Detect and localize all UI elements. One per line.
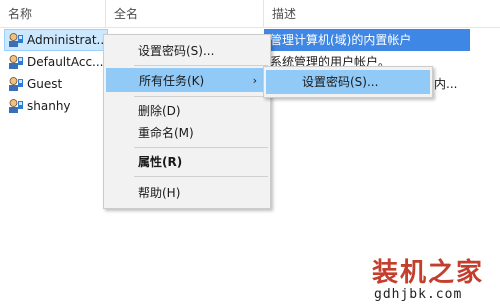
- user-name: DefaultAcc...: [27, 55, 104, 69]
- user-icon: [9, 33, 23, 47]
- context-submenu: 设置密码(S)...: [263, 66, 433, 98]
- submenu-item-set-password[interactable]: 设置密码(S)...: [266, 70, 430, 94]
- column-header-name[interactable]: 名称: [0, 0, 106, 28]
- list-header: 名称 全名 描述: [0, 0, 500, 28]
- watermark-url: gdhjbk.com: [374, 287, 463, 302]
- user-description: 内...: [434, 77, 458, 91]
- watermark-logo: 装机之家: [372, 258, 485, 288]
- user-name: Guest: [27, 77, 63, 91]
- menu-item-properties[interactable]: 属性(R): [106, 150, 268, 174]
- menu-separator: [134, 176, 268, 177]
- user-name: shanhy: [27, 99, 71, 113]
- user-icon: [9, 55, 23, 69]
- menu-item-delete[interactable]: 删除(D): [106, 99, 268, 123]
- menu-item-all-tasks[interactable]: 所有任务(K) ›: [106, 68, 268, 92]
- user-name: Administrat...: [27, 33, 108, 47]
- user-description: 管理计算机(域)的内置帐户: [270, 33, 412, 47]
- user-icon: [9, 77, 23, 91]
- column-header-description[interactable]: 描述: [264, 0, 500, 28]
- menu-separator: [134, 65, 268, 66]
- menu-separator: [134, 96, 268, 97]
- context-menu: 设置密码(S)... 所有任务(K) › 删除(D) 重命名(M) 属性(R) …: [103, 34, 271, 209]
- menu-separator: [134, 147, 268, 148]
- menu-item-help[interactable]: 帮助(H): [106, 181, 268, 205]
- menu-item-rename[interactable]: 重命名(M): [106, 121, 268, 145]
- menu-item-label: 所有任务(K): [139, 74, 205, 88]
- user-icon: [9, 99, 23, 113]
- chevron-right-icon: ›: [252, 74, 257, 87]
- menu-item-set-password[interactable]: 设置密码(S)...: [106, 39, 268, 63]
- column-header-fullname[interactable]: 全名: [106, 0, 264, 28]
